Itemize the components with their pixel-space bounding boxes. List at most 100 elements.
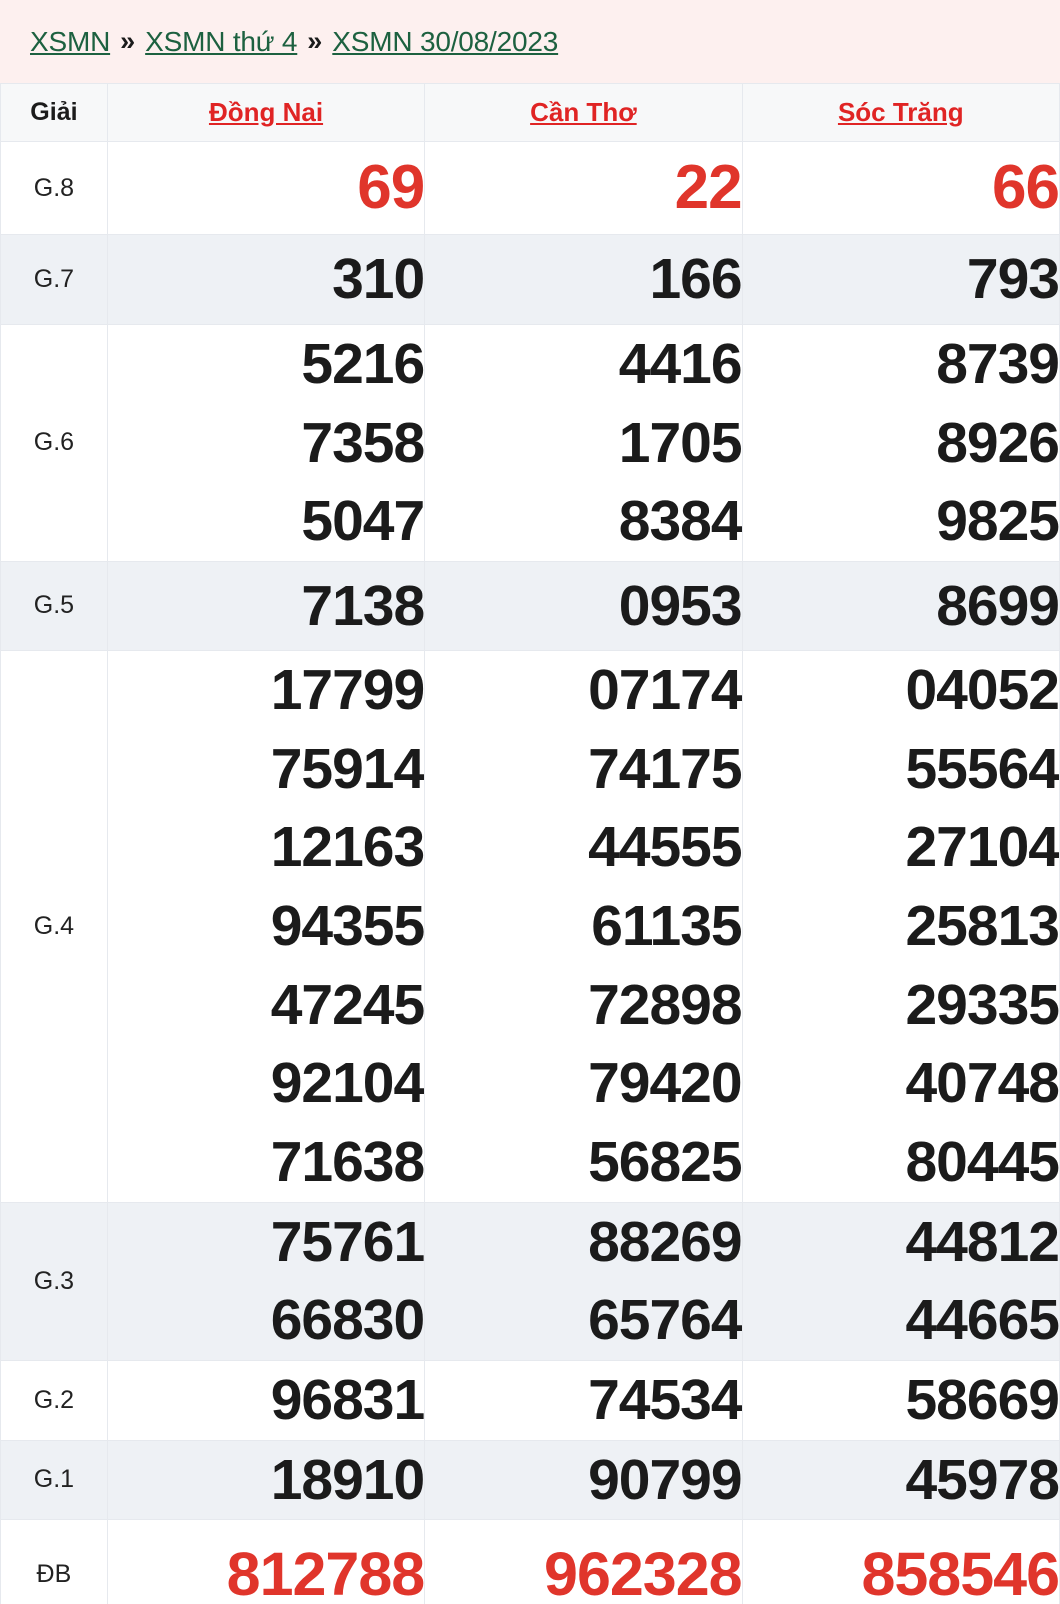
- result-number: 9825: [936, 489, 1059, 554]
- prize-label-cell: G.5: [0, 560, 108, 651]
- result-number: 8384: [618, 489, 742, 554]
- prize-label-cell: G.4: [0, 649, 108, 1203]
- result-number: 65764: [588, 1288, 742, 1353]
- result-cell-dong-nai: 18910: [106, 1439, 426, 1521]
- result-number: 7138: [301, 573, 425, 638]
- header-province-dong-nai[interactable]: Đồng Nai: [209, 97, 323, 127]
- prize-label-cell: G.8: [0, 141, 108, 235]
- result-number: 166: [649, 247, 742, 312]
- result-number: 40748: [905, 1051, 1059, 1116]
- table-row: G.1 18910 90799 45978: [0, 1439, 1060, 1521]
- table-row: G.4 17799 75914 12163 94355 47245 92104 71638 07…: [0, 649, 1060, 1203]
- result-number: 4416: [618, 332, 742, 396]
- result-cell-soc-trang: 58669: [741, 1359, 1060, 1441]
- result-number: 75914: [270, 736, 425, 801]
- breadcrumb-separator-1: »: [120, 26, 136, 56]
- result-cell-can-tho: 90799: [424, 1439, 743, 1521]
- result-number: 74175: [588, 736, 742, 801]
- result-cell-dong-nai: 96831: [106, 1359, 426, 1441]
- table-row: ĐB 812788 962328 858546: [0, 1519, 1060, 1604]
- result-cell-soc-trang: 66: [741, 141, 1060, 235]
- lottery-results-table: Giải Đồng Nai Cần Thơ Sóc Trăng G.8 69 22 6…: [0, 83, 1060, 1604]
- result-cell-dong-nai: 310: [106, 234, 426, 325]
- header-province-can-tho[interactable]: Cần Thơ: [530, 97, 637, 127]
- breadcrumb: XSMN » XSMN thứ 4 » XSMN 30/08/2023: [0, 0, 1060, 83]
- table-row: G.8 69 22 66: [0, 141, 1060, 235]
- result-number: 310: [332, 247, 425, 312]
- result-cell-can-tho: 166: [424, 234, 743, 325]
- table-row: G.5 7138 0953 8699: [0, 560, 1060, 651]
- header-cell-can-tho[interactable]: Cần Thơ: [424, 83, 743, 142]
- result-number: 94355: [270, 893, 425, 958]
- result-number: 44665: [905, 1288, 1059, 1353]
- result-cell-can-tho: 22: [424, 141, 743, 235]
- result-number: 56825: [588, 1129, 742, 1194]
- result-number: 1705: [618, 410, 742, 475]
- result-number: 962328: [544, 1540, 742, 1604]
- prize-label-cell: ĐB: [0, 1519, 108, 1604]
- result-number: 55564: [905, 736, 1059, 801]
- header-province-soc-trang[interactable]: Sóc Trăng: [838, 97, 964, 127]
- table-body: G.8 69 22 66 G.7 310 166 793 G.6 5216 7358 5047 4416…: [0, 141, 1060, 1604]
- result-number: 61135: [591, 893, 742, 958]
- header-prize-label: Giải: [30, 98, 78, 126]
- result-cell-soc-trang: 45978: [741, 1439, 1060, 1521]
- result-cell-soc-trang: 04052 55564 27104 25813 29335 40748 80445: [741, 649, 1060, 1203]
- prize-label-cell: G.7: [0, 234, 108, 325]
- result-number: 5047: [301, 489, 425, 554]
- result-cell-dong-nai: 17799 75914 12163 94355 47245 92104 71638: [106, 649, 426, 1203]
- result-number: 79420: [588, 1051, 742, 1116]
- result-number: 793: [966, 247, 1059, 312]
- result-number: 75761: [270, 1209, 425, 1274]
- result-cell-dong-nai: 69: [106, 141, 426, 235]
- result-number: 69: [357, 153, 425, 223]
- result-number: 90799: [588, 1447, 742, 1512]
- header-cell-soc-trang[interactable]: Sóc Trăng: [741, 83, 1060, 142]
- breadcrumb-link-xsmn-date[interactable]: XSMN 30/08/2023: [332, 26, 558, 58]
- breadcrumb-link-xsmn[interactable]: XSMN: [30, 26, 110, 58]
- result-number: 92104: [270, 1051, 425, 1116]
- header-cell-dong-nai[interactable]: Đồng Nai: [106, 83, 426, 142]
- result-cell-can-tho: 07174 74175 44555 61135 72898 79420 56825: [424, 649, 743, 1203]
- result-number: 72898: [588, 972, 742, 1037]
- result-number: 7358: [301, 410, 425, 475]
- prize-label-cell: G.6: [0, 324, 108, 562]
- result-number: 25813: [905, 893, 1059, 958]
- result-number: 96831: [270, 1367, 425, 1432]
- table-row: G.6 5216 7358 5047 4416 1705 8384 8739 8926 9825: [0, 324, 1060, 562]
- result-cell-soc-trang: 8739 8926 9825: [741, 324, 1060, 562]
- result-number: 8699: [936, 573, 1059, 638]
- result-number: 66830: [270, 1288, 425, 1353]
- result-number: 8926: [936, 410, 1059, 475]
- result-number: 71638: [270, 1129, 425, 1194]
- result-number: 12163: [270, 815, 425, 880]
- result-number: 8739: [936, 332, 1059, 396]
- prize-label-cell: G.1: [0, 1439, 108, 1521]
- result-number: 0953: [618, 573, 742, 638]
- result-number: 44555: [588, 815, 742, 880]
- result-number: 74534: [588, 1367, 742, 1432]
- result-cell-soc-trang: 793: [741, 234, 1060, 325]
- table-header-row: Giải Đồng Nai Cần Thơ Sóc Trăng: [0, 83, 1060, 142]
- result-number: 5216: [301, 332, 425, 396]
- result-number: 858546: [861, 1540, 1059, 1604]
- breadcrumb-link-xsmn-thu-4[interactable]: XSMN thứ 4: [145, 26, 297, 58]
- result-cell-dong-nai: 7138: [106, 560, 426, 651]
- table-row: G.2 96831 74534 58669: [0, 1359, 1060, 1441]
- result-number: 22: [674, 153, 742, 223]
- result-number: 07174: [588, 657, 742, 722]
- result-number: 47245: [270, 972, 425, 1037]
- result-cell-can-tho: 962328: [424, 1519, 743, 1604]
- result-number: 45978: [905, 1447, 1059, 1512]
- result-number: 17799: [270, 657, 425, 722]
- table-row: G.7 310 166 793: [0, 234, 1060, 325]
- result-cell-can-tho: 0953: [424, 560, 743, 651]
- result-number: 44812: [905, 1209, 1059, 1274]
- result-cell-can-tho: 88269 65764: [424, 1201, 743, 1361]
- result-number: 04052: [905, 657, 1059, 722]
- result-number: 58669: [905, 1367, 1059, 1432]
- result-number: 88269: [588, 1209, 742, 1274]
- table-row: G.3 75761 66830 88269 65764 44812 44665: [0, 1201, 1060, 1361]
- prize-label-cell: G.3: [0, 1201, 108, 1361]
- result-number: 18910: [270, 1447, 425, 1512]
